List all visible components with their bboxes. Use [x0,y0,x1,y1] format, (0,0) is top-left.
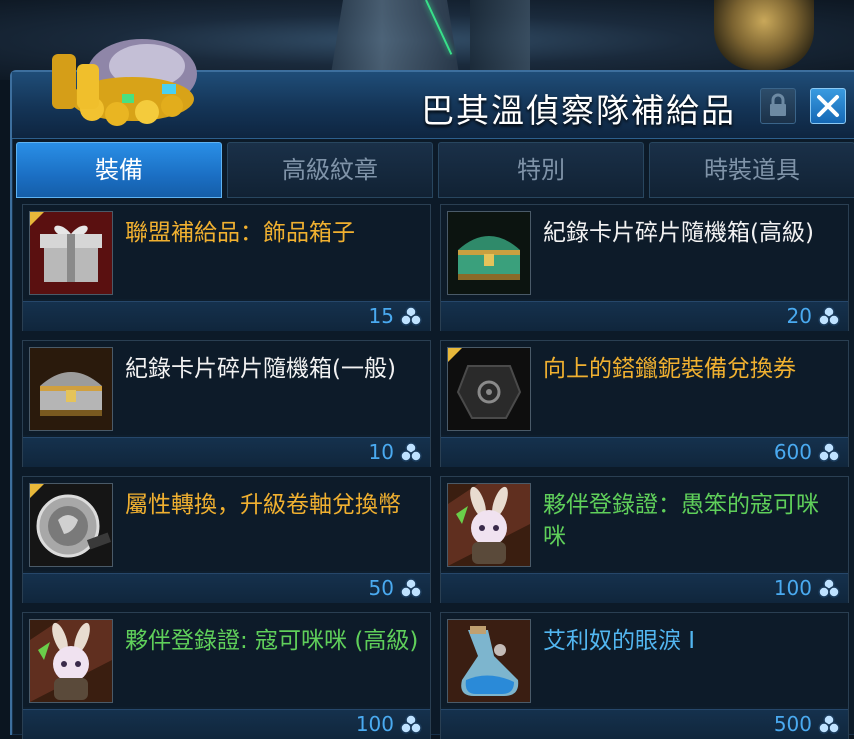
item-name: 紀錄卡片碎片隨機箱(一般) [125,356,396,382]
shop-item[interactable]: 向上的鎝鑞鈮裝備兌換券 600 [440,340,849,467]
price-bar: 10 [23,437,430,467]
triple-coin-currency-icon [400,578,422,598]
price-bar: 50 [23,573,430,603]
quality-corner-marker [30,212,44,226]
item-price: 600 [773,440,812,464]
window-title: 巴其溫偵察隊補給品 [421,91,736,130]
tab-special[interactable]: 特別 [438,142,644,198]
triple-coin-currency-icon [400,442,422,462]
triple-coin-currency-icon [400,306,422,326]
gold-coin-bag-icon [52,39,197,126]
item-price: 10 [368,440,394,464]
item-icon-slot [447,483,531,567]
item-icon-slot [447,619,531,703]
shop-item[interactable]: 艾利奴的眼淚 Ⅰ 500 [440,612,849,739]
shop-item[interactable]: 夥伴登錄證: 寇可咪咪 (高級) 100 [22,612,431,739]
item-price: 15 [368,304,394,328]
price-bar: 500 [441,709,848,739]
tab-costume-items[interactable]: 時裝道具 [649,142,854,198]
shop-item[interactable]: 聯盟補給品：飾品箱子 15 [22,204,431,331]
stone-pillar [330,0,460,80]
tear-potion-icon [448,620,530,702]
tab-equipment[interactable]: 裝備 [16,142,222,198]
triple-coin-currency-icon [818,306,840,326]
triple-coin-currency-icon [818,578,840,598]
bunny-companion-icon [30,620,112,702]
shop-item[interactable]: 屬性轉換，升級卷軸兌換幣 50 [22,476,431,603]
close-button[interactable] [810,88,846,124]
price-bar: 100 [23,709,430,739]
silver-treasure-chest-icon [30,348,112,430]
shop-window: 巴其溫偵察隊補給品 裝備 高級紋章 特別 時裝道具 聯盟補給品：飾品箱子 15 … [10,39,854,739]
close-icon [817,95,839,117]
lock-icon [770,93,786,116]
item-price: 20 [786,304,812,328]
triple-coin-currency-icon [818,442,840,462]
price-bar: 20 [441,301,848,331]
item-name: 向上的鎝鑞鈮裝備兌換券 [543,356,796,382]
item-icon-slot [447,347,531,431]
item-icon-slot [447,211,531,295]
item-name: 聯盟補給品：飾品箱子 [125,220,355,246]
item-price: 100 [355,712,394,736]
item-name: 紀錄卡片碎片隨機箱(高級) [543,220,814,246]
price-bar: 100 [441,573,848,603]
triple-coin-currency-icon [818,714,840,734]
triple-coin-currency-icon [400,714,422,734]
price-bar: 15 [23,301,430,331]
jade-treasure-chest-icon [448,212,530,294]
item-name: 夥伴登錄證：愚笨的寇可咪咪 [543,492,819,550]
quality-corner-marker [30,484,44,498]
shop-item[interactable]: 紀錄卡片碎片隨機箱(一般) 10 [22,340,431,467]
item-price: 50 [368,576,394,600]
item-price: 100 [773,576,812,600]
item-name: 夥伴登錄證: 寇可咪咪 (高級) [125,628,419,654]
tab-bar: 裝備 高級紋章 特別 時裝道具 [16,142,854,198]
item-icon-slot [29,619,113,703]
bunny-companion-icon [448,484,530,566]
item-name: 艾利奴的眼淚 Ⅰ [543,628,696,654]
item-icon-slot [29,483,113,567]
tab-advanced-emblem[interactable]: 高級紋章 [227,142,433,198]
quality-corner-marker [448,348,462,362]
lock-button[interactable] [760,88,796,124]
shop-item[interactable]: 紀錄卡片碎片隨機箱(高級) 20 [440,204,849,331]
item-icon-slot [29,211,113,295]
shop-item[interactable]: 夥伴登錄證：愚笨的寇可咪咪 100 [440,476,849,603]
golden-statue [714,0,814,70]
price-bar: 600 [441,437,848,467]
item-icon-slot [29,347,113,431]
stone-pillar [470,0,530,80]
item-price: 500 [773,712,812,736]
item-name: 屬性轉換，升級卷軸兌換幣 [125,492,401,518]
